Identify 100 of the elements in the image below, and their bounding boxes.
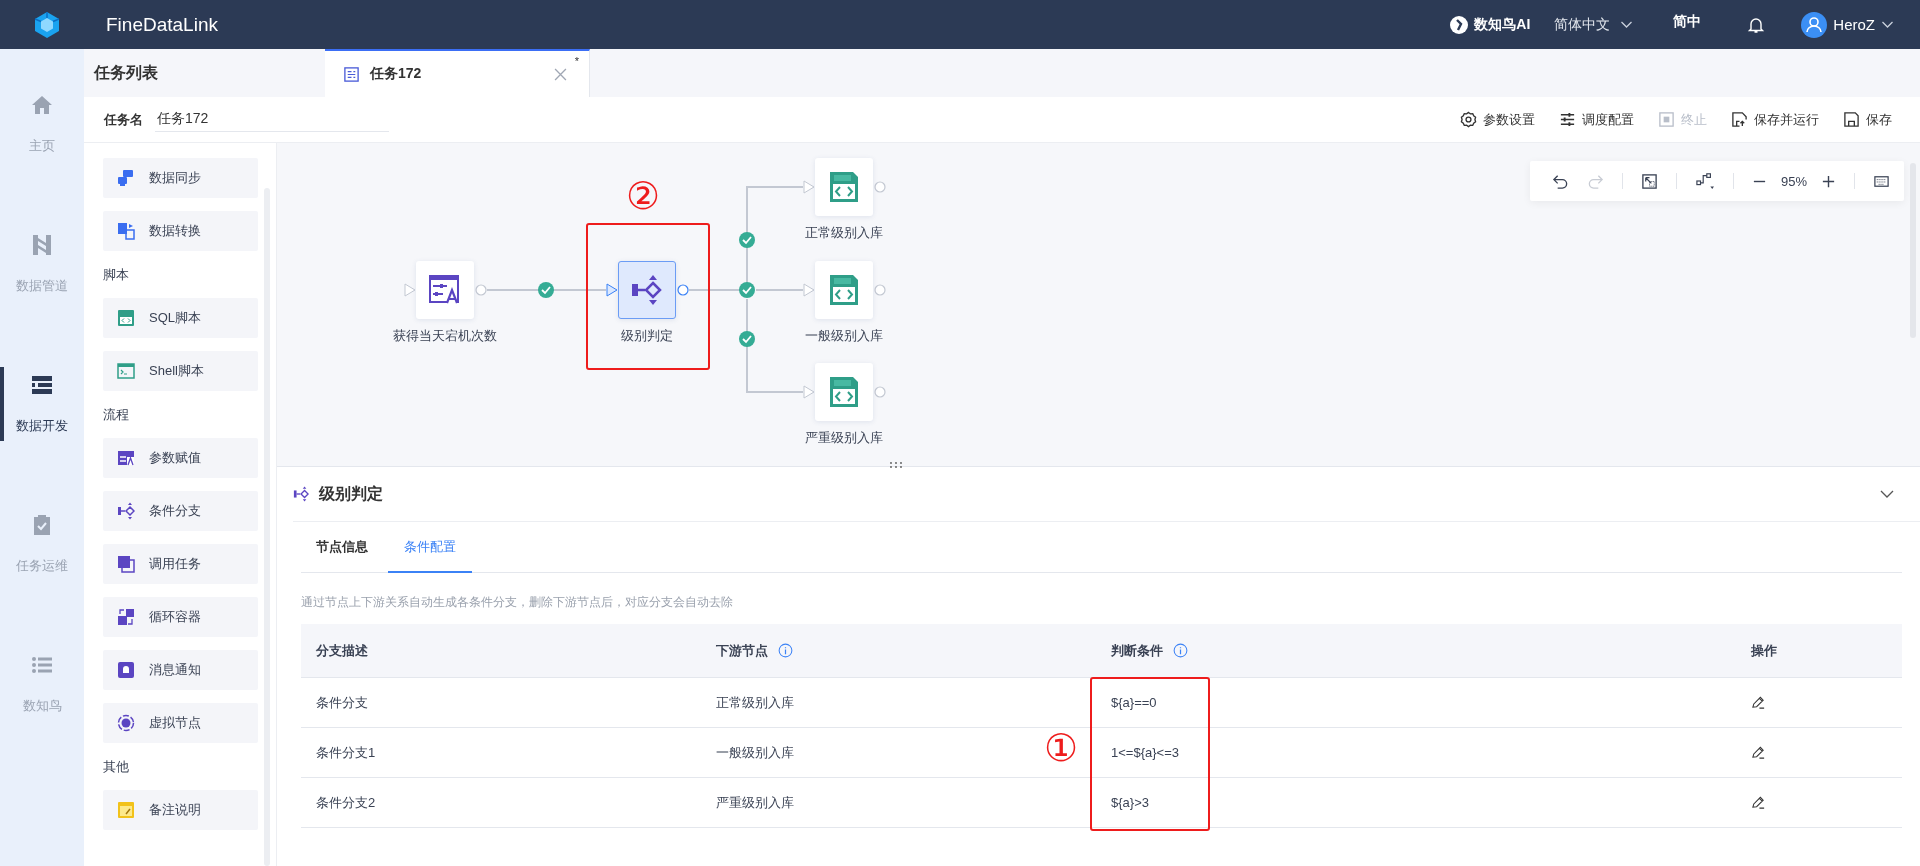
home-icon: [30, 93, 54, 117]
form-icon: [117, 449, 135, 467]
table-cell: 条件分支1: [316, 743, 376, 762]
transform-icon: [117, 222, 135, 240]
document-icon: [343, 65, 360, 83]
stop-icon: [1658, 111, 1675, 128]
sync-icon: [117, 169, 135, 187]
edit-icon[interactable]: [1751, 745, 1766, 760]
palette-item[interactable]: 备注说明: [103, 790, 258, 830]
flow-node[interactable]: [416, 261, 474, 319]
table-cell: 条件分支: [316, 693, 368, 712]
task-name-label: 任务名: [104, 110, 143, 129]
note-icon: [117, 801, 135, 819]
column-header: 分支描述: [315, 641, 369, 660]
palette-group-title: 其他: [103, 758, 130, 776]
target-icon: [117, 714, 135, 732]
sliders-icon: [1559, 111, 1576, 128]
flow-node[interactable]: [815, 261, 873, 319]
nav-item[interactable]: 数据开发: [0, 367, 84, 441]
table-cell: 条件分支2: [316, 793, 376, 812]
sql-file-icon: [117, 309, 135, 327]
loop-icon: [117, 608, 135, 626]
logo-icon: [32, 9, 62, 40]
flow-node[interactable]: [618, 261, 676, 319]
table-cell: 正常级别入库: [716, 693, 794, 712]
annotation-number: ②: [626, 177, 661, 215]
edit-icon[interactable]: [1751, 795, 1766, 810]
avatar-icon: [1801, 11, 1828, 38]
chevron-down-icon: [1881, 20, 1894, 29]
palette-item[interactable]: Shell脚本: [103, 351, 258, 391]
zoom-in-icon[interactable]: [1821, 173, 1836, 189]
table-cell: ${a}>3: [1111, 795, 1149, 810]
node-label: 正常级别入库: [804, 224, 884, 242]
editor-tab[interactable]: 任务172 *: [325, 49, 590, 97]
palette-item[interactable]: 调用任务: [103, 544, 258, 584]
app-name: FineDataLink: [106, 13, 218, 36]
palette-item[interactable]: 数据同步: [103, 158, 258, 198]
node-label: 严重级别入库: [804, 429, 884, 447]
save-icon: [1843, 111, 1860, 128]
table-cell: ${a}==0: [1111, 695, 1157, 710]
hint-text: 通过节点上下游关系自动生成各条件分支，删除下游节点后，对应分支会自动去除: [301, 594, 734, 611]
panel-title: 级别判定: [319, 483, 383, 504]
zoom-level: 95%: [1780, 173, 1807, 189]
table-cell: 一般级别入库: [716, 743, 794, 762]
call-task-icon: [117, 555, 135, 573]
success-check-icon: [739, 282, 755, 298]
panel-title: 任务列表: [92, 62, 159, 83]
chevron-down-icon: [1620, 20, 1634, 29]
pipeline-icon: [30, 233, 54, 257]
close-icon[interactable]: [554, 68, 567, 81]
collapse-icon[interactable]: [1880, 490, 1894, 498]
palette-item[interactable]: 数据转换: [103, 211, 258, 251]
fit-view-icon[interactable]: [1640, 172, 1658, 190]
bell-icon: [117, 661, 135, 679]
node-label: 一般级别入库: [804, 327, 884, 345]
palette-item[interactable]: 消息通知: [103, 650, 258, 690]
branch-icon: [293, 486, 309, 502]
toolbar-button[interactable]: 保存并运行: [1731, 110, 1819, 129]
node-label: 获得当天宕机次数: [392, 327, 498, 345]
ai-logo-icon: [1449, 14, 1470, 35]
palette-item[interactable]: 条件分支: [103, 491, 258, 531]
column-header: 操作: [1750, 641, 1778, 660]
ai-assistant-button[interactable]: 数知鸟AI: [1449, 14, 1531, 35]
panel-tab[interactable]: 节点信息: [301, 522, 388, 573]
palette-group-title: 流程: [103, 406, 130, 424]
palette-item[interactable]: 参数赋值: [103, 438, 258, 478]
flow-node[interactable]: [815, 158, 873, 216]
success-check-icon: [739, 232, 755, 248]
save-run-icon: [1731, 111, 1748, 128]
success-check-icon: [538, 282, 554, 298]
bell-icon[interactable]: [1747, 15, 1766, 34]
info-icon[interactable]: [1173, 643, 1188, 658]
terminal-icon: [117, 362, 135, 380]
column-header: 下游节点: [701, 624, 1096, 677]
toolbar-button[interactable]: 保存: [1843, 110, 1892, 129]
layout-icon[interactable]: [1694, 172, 1715, 190]
language-dropdown[interactable]: 简体中文: [1554, 15, 1634, 34]
branch-icon: [117, 502, 135, 520]
palette-item[interactable]: 循环容器: [103, 597, 258, 637]
panel-tab[interactable]: 条件配置: [388, 522, 472, 573]
info-icon[interactable]: [778, 643, 793, 658]
gear-icon: [1460, 111, 1477, 128]
palette-item[interactable]: 虚拟节点: [103, 703, 258, 743]
resize-handle[interactable]: [889, 461, 903, 469]
flow-node[interactable]: [815, 363, 873, 421]
palette-group-title: 脚本: [103, 266, 130, 284]
toolbar-button[interactable]: 参数设置: [1460, 110, 1535, 129]
palette-item[interactable]: SQL脚本: [103, 298, 258, 338]
success-check-icon: [739, 331, 755, 347]
edit-icon[interactable]: [1751, 695, 1766, 710]
language-toggle[interactable]: 简中: [1673, 12, 1702, 31]
column-header: 判断条件: [1096, 624, 1736, 677]
output-port[interactable]: [677, 284, 689, 296]
node-label: 级别判定: [620, 327, 674, 345]
toolbar-button[interactable]: 调度配置: [1559, 110, 1634, 129]
server-stack-icon: [30, 373, 54, 397]
table-cell: 严重级别入库: [716, 793, 794, 812]
annotation-number: ①: [1044, 729, 1079, 767]
table-cell: 1<=${a}<=3: [1111, 745, 1179, 760]
user-menu[interactable]: HeroZ: [1801, 11, 1894, 38]
